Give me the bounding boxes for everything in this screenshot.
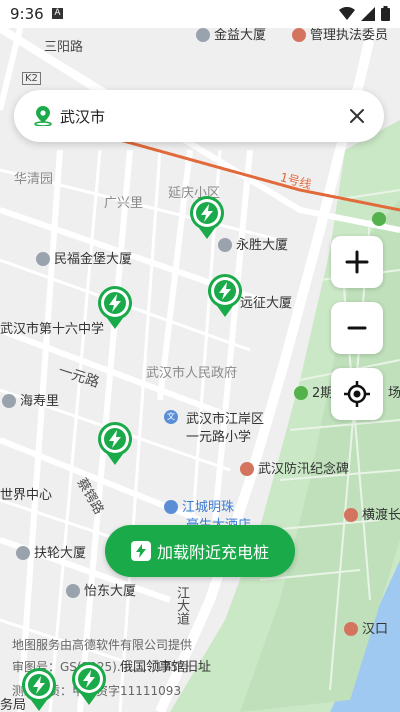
poi-text: 横渡长 [362, 508, 400, 523]
charging-station-marker[interactable] [96, 420, 134, 466]
locate-me-button[interactable] [331, 368, 383, 420]
building-icon [36, 251, 50, 266]
poi-text: 江城明珠 [182, 500, 235, 515]
charging-station-marker[interactable] [20, 666, 58, 712]
poi-label: 武汉防汛纪念碑 [240, 458, 349, 477]
landmark-icon [344, 507, 358, 522]
park-icon [372, 211, 386, 226]
building-icon [2, 393, 16, 408]
crosshair-icon [344, 381, 370, 407]
poi-label: 远征大厦 [240, 296, 293, 311]
poi-label: 文 [164, 409, 182, 425]
building-icon [196, 27, 210, 42]
status-bar: 9:36 A [0, 0, 400, 28]
poi-label: 2期 [294, 382, 333, 401]
status-icons [339, 6, 390, 21]
hotel-icon [164, 499, 178, 514]
poi-text: 管理执法委员 [310, 28, 389, 43]
charging-station-marker[interactable] [96, 284, 134, 330]
poi-text: 汉口 [362, 622, 389, 637]
building-icon [66, 583, 80, 598]
location-search-bar[interactable]: 武汉市 [14, 90, 384, 142]
zoom-out-button[interactable] [331, 302, 383, 354]
minus-icon [347, 326, 367, 330]
road-shield: K2 [22, 72, 41, 85]
building-icon [16, 545, 30, 560]
close-icon[interactable] [344, 103, 370, 129]
government-icon [292, 27, 306, 42]
location-pin-icon [34, 106, 52, 126]
notification-icon: A [52, 8, 63, 19]
area-label: 华清园 [14, 172, 54, 187]
poi-text: 武汉防汛纪念碑 [258, 462, 350, 477]
plus-icon [345, 250, 369, 274]
road-label: 三阳路 [44, 40, 84, 55]
poi-label: 武汉市江岸区 [186, 412, 265, 427]
poi-label: 永胜大厦 [218, 234, 288, 253]
poi-label: 江城明珠 [164, 496, 234, 515]
park-icon [294, 385, 308, 400]
charging-pin-icon [72, 662, 106, 705]
charging-station-marker[interactable] [206, 272, 244, 318]
poi-text: 扶轮大厦 [34, 546, 87, 561]
attribution-line: 地图服务由高德软件有限公司提供 [12, 638, 193, 652]
poi-label: 世界中心 [0, 488, 53, 503]
poi-text: 永胜大厦 [236, 238, 289, 253]
charging-pin-icon [98, 422, 132, 465]
charging-station-marker[interactable] [70, 660, 108, 706]
poi-label: 武汉市第十六中学 [0, 322, 105, 337]
area-label: 广兴里 [104, 196, 144, 211]
poi-label: 民福金堡大厦 [36, 248, 132, 267]
current-city: 武汉市 [60, 108, 106, 126]
charging-pin-icon [190, 196, 224, 239]
poi-label: 怡东大厦 [66, 580, 136, 599]
charging-pin-icon [22, 668, 56, 711]
poi-label: 横渡长 [344, 504, 400, 523]
poi-text: 怡东大厦 [84, 584, 137, 599]
charging-pin-icon [208, 274, 242, 317]
poi-label: 汉口 [344, 618, 388, 637]
battery-icon [381, 6, 390, 21]
zoom-in-button[interactable] [331, 236, 383, 288]
poi-label: 俄国领事馆旧址 [120, 660, 212, 675]
charging-bolt-icon [130, 541, 151, 561]
poi-text: 民福金堡大厦 [54, 252, 133, 267]
school-icon: 文 [164, 409, 178, 424]
monument-icon [240, 461, 254, 476]
load-button-label: 加载附近充电桩 [156, 543, 269, 562]
poi-label: 扶轮大厦 [16, 542, 86, 561]
status-time: 9:36 [10, 5, 44, 23]
poi-label: 一元路小学 [186, 430, 252, 445]
landmark-icon [344, 621, 358, 636]
charging-pin-icon [98, 286, 132, 329]
poi-label: 海寿里 [2, 390, 59, 409]
load-nearby-chargers-button[interactable]: 加载附近充电桩 [105, 525, 295, 577]
wifi-icon [339, 6, 355, 20]
poi-label: 场 [388, 386, 400, 401]
charging-station-marker[interactable] [188, 194, 226, 240]
area-label: 武汉市人民政府 [146, 366, 238, 381]
poi-text: 金益大厦 [214, 28, 267, 43]
road-label: 江大道 [174, 586, 189, 625]
signal-icon [361, 6, 375, 21]
poi-label [372, 211, 390, 227]
poi-text: 海寿里 [20, 394, 60, 409]
